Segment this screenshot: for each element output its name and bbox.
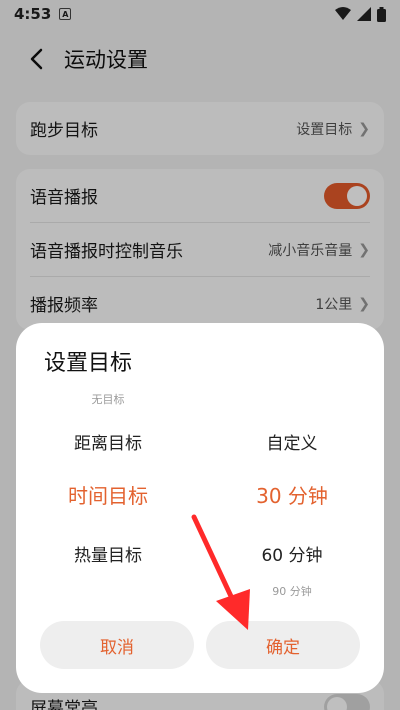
picker-option[interactable]: 无目标 [16, 391, 200, 407]
dialog-title: 设置目标 [44, 351, 133, 376]
goal-type-picker[interactable]: 无目标 距离目标 时间目标 热量目标 [16, 383, 200, 603]
picker-option[interactable]: 热量目标 [16, 541, 200, 566]
picker-option[interactable]: 自定义 [200, 429, 384, 454]
picker-option[interactable]: 距离目标 [16, 429, 200, 454]
cancel-button[interactable]: 取消 [40, 621, 194, 669]
picker-option-selected[interactable]: 时间目标 [16, 480, 200, 509]
annotation-arrow-icon [191, 514, 250, 630]
